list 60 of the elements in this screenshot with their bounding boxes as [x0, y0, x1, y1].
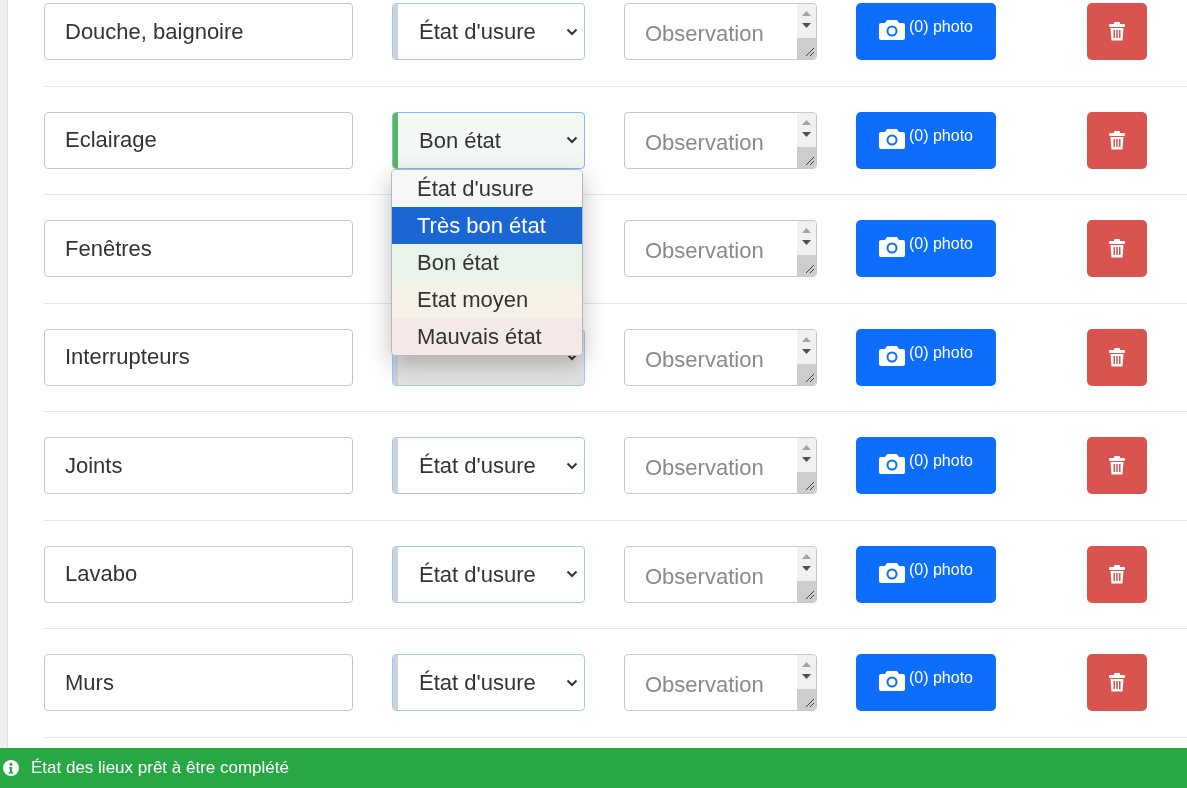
- condition-select[interactable]: État d'usure: [392, 545, 585, 603]
- trash-icon: [1109, 347, 1125, 367]
- condition-select[interactable]: Bon état: [392, 111, 585, 169]
- delete-button[interactable]: [1087, 545, 1147, 603]
- photo-button[interactable]: (0) photo: [856, 545, 996, 603]
- item-name-field[interactable]: Joints: [44, 437, 353, 495]
- camera-icon: [878, 126, 905, 149]
- photo-button[interactable]: (0) photo: [856, 111, 996, 169]
- camera-icon: [878, 452, 905, 475]
- scrollbar-icon: [797, 4, 816, 60]
- delete-button[interactable]: [1087, 111, 1147, 169]
- item-name-field[interactable]: Lavabo: [44, 545, 353, 603]
- chevron-down-icon: [566, 136, 578, 145]
- photo-button[interactable]: (0) photo: [856, 220, 996, 278]
- item-name-field[interactable]: Murs: [44, 654, 353, 712]
- condition-select[interactable]: État d'usure: [392, 437, 585, 495]
- dropdown-option[interactable]: Très bon état: [392, 206, 582, 244]
- trash-icon: [1109, 456, 1125, 476]
- delete-button[interactable]: [1087, 328, 1147, 386]
- condition-select[interactable]: État d'usure: [392, 654, 585, 712]
- item-name-field[interactable]: Douche, baignoire: [44, 3, 353, 61]
- camera-icon: [878, 669, 905, 692]
- photo-button[interactable]: (0) photo: [856, 437, 996, 495]
- dropdown-option[interactable]: État d'usure: [392, 169, 582, 207]
- photo-button[interactable]: (0) photo: [856, 328, 996, 386]
- info-icon: [3, 760, 19, 776]
- trash-icon: [1109, 22, 1125, 42]
- trash-icon: [1109, 564, 1125, 584]
- chevron-down-icon: [566, 570, 578, 579]
- scrollbar-icon: [797, 221, 816, 277]
- scrollbar-icon: [797, 546, 816, 602]
- delete-button[interactable]: [1087, 437, 1147, 495]
- scrollbar-icon: [797, 438, 816, 494]
- chevron-down-icon: [566, 461, 578, 470]
- delete-button[interactable]: [1087, 220, 1147, 278]
- scrollbar-icon: [797, 329, 816, 385]
- status-message: État des lieux prêt à être complété: [31, 757, 289, 780]
- scrollbar-icon: [797, 655, 816, 711]
- photo-button[interactable]: (0) photo: [856, 654, 996, 712]
- trash-icon: [1109, 130, 1125, 150]
- dropdown-option[interactable]: Mauvais état: [392, 317, 582, 355]
- scrollbar-icon: [797, 112, 816, 168]
- camera-icon: [878, 343, 905, 366]
- chevron-down-icon: [566, 678, 578, 687]
- item-name-field[interactable]: Fenêtres: [44, 220, 353, 278]
- camera-icon: [878, 18, 905, 41]
- delete-button[interactable]: [1087, 3, 1147, 61]
- trash-icon: [1109, 673, 1125, 693]
- item-name-field[interactable]: Eclairage: [44, 111, 353, 169]
- trash-icon: [1109, 239, 1125, 259]
- item-name-field[interactable]: Interrupteurs: [44, 328, 353, 386]
- chevron-down-icon: [566, 353, 578, 362]
- camera-icon: [878, 560, 905, 583]
- chevron-down-icon: [566, 27, 578, 36]
- delete-button[interactable]: [1087, 654, 1147, 712]
- dropdown-option[interactable]: Etat moyen: [392, 280, 582, 318]
- photo-button[interactable]: (0) photo: [856, 3, 996, 61]
- dropdown-option[interactable]: Bon état: [392, 243, 582, 281]
- condition-select[interactable]: État d'usure: [392, 3, 585, 61]
- camera-icon: [878, 235, 905, 258]
